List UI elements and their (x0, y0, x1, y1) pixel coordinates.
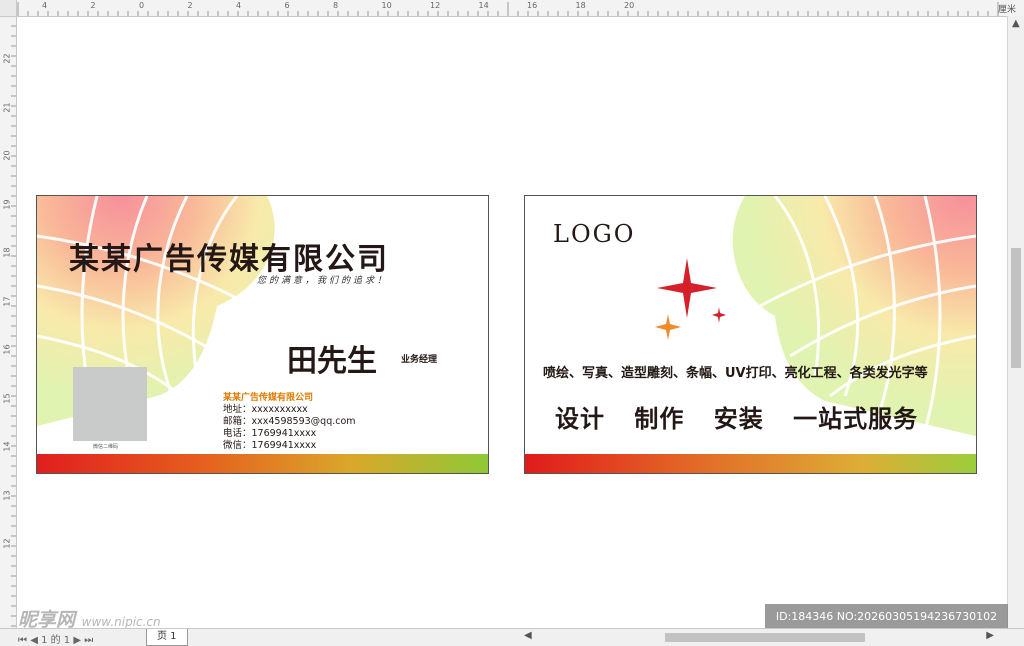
qr-code-placeholder (73, 367, 147, 441)
slogan: 您的满意，我们的追求！ (257, 276, 390, 286)
horizontal-ruler[interactable]: 4 2 0 2 4 6 8 10 12 14 16 18 20 厘米 (0, 0, 1024, 17)
ruler-label: 22 (2, 53, 12, 64)
scroll-left-icon[interactable]: ◀ (524, 630, 532, 641)
address: 地址：xxxxxxxxxx (223, 404, 308, 415)
ruler-ticks (17, 2, 999, 16)
ruler-label: 17 (2, 295, 12, 307)
service-one-stop: 一站式服务 (793, 405, 919, 433)
business-card-front[interactable]: 某某广告传媒有限公司 您的满意，我们的追求！ 田先生 业务经理 微信二维码 某某… (36, 195, 489, 474)
service-headline: 设计 制作 安装 一站式服务 (555, 399, 938, 434)
prev-page-icon[interactable]: ◀ (30, 635, 38, 646)
ruler-unit: 厘米 (997, 5, 1016, 15)
service-design: 设计 (555, 405, 605, 433)
ruler-label: 4 (42, 1, 48, 10)
ruler-label: 20 (2, 150, 12, 161)
qr-label: 微信二维码 (93, 444, 119, 450)
vertical-scroll-thumb[interactable] (1011, 248, 1021, 368)
ruler-label: 18 (2, 247, 12, 258)
ruler-label: 10 (381, 1, 392, 10)
ruler-label: 12 (430, 1, 441, 10)
page-navigator[interactable]: ⏮ ◀ 1 的 1 ▶ ⏭ (18, 631, 93, 646)
wechat: 微信：1769941xxxx (223, 440, 317, 451)
company-name-small: 某某广告传媒有限公司 (223, 393, 314, 403)
ruler-label: 2 (90, 1, 96, 10)
ruler-corner (0, 0, 17, 17)
ruler-label: 16 (527, 1, 538, 10)
page-counter: 1 的 1 (41, 635, 71, 646)
job-title: 业务经理 (401, 355, 438, 365)
ruler-label: 21 (2, 101, 12, 113)
service-installation: 安装 (713, 405, 764, 433)
ruler-label: 20 (624, 1, 635, 10)
horizontal-scroll-thumb[interactable] (665, 633, 865, 642)
ruler-label: 13 (2, 489, 12, 501)
scroll-right-icon[interactable]: ▶ (986, 630, 994, 641)
image-id-box: ID:184346 NO:20260305194236730102 (765, 604, 1008, 629)
ruler-label: 0 (139, 1, 145, 10)
last-page-icon[interactable]: ⏭ (84, 635, 93, 646)
ruler-label: 18 (575, 1, 586, 10)
ruler-label: 6 (284, 1, 290, 10)
horizontal-scrollbar[interactable]: ◀ ▶ (520, 629, 1008, 645)
watermark-url: www.nipic.cn (81, 615, 161, 629)
ruler-label: 19 (2, 198, 12, 210)
vertical-scrollbar[interactable]: ▲ (1007, 16, 1024, 628)
gradient-bar (37, 454, 488, 473)
gradient-bar (525, 454, 976, 473)
service-production: 制作 (634, 405, 685, 433)
person-name: 田先生 (287, 344, 377, 379)
logo-placeholder: LOGO (553, 220, 636, 248)
first-page-icon[interactable]: ⏮ (18, 635, 27, 646)
company-name: 某某广告传媒有限公司 (69, 242, 389, 277)
tab-page-1[interactable]: 页 1 (146, 629, 188, 646)
page-navigation-bar: ⏮ ◀ 1 的 1 ▶ ⏭ 页 1 ◀ ▶ (0, 628, 1024, 646)
services-list: 喷绘、写真、造型雕刻、条幅、UV打印、亮化工程、各类发光字等 (543, 366, 928, 381)
ruler-label: 14 (478, 1, 489, 10)
business-card-back[interactable]: LOGO 喷绘、写真、造型雕刻、条幅、UV打印、亮化工程、各类发光字等 设计 制… (524, 195, 977, 474)
ruler-label: 12 (2, 538, 12, 549)
email: 邮箱：xxx4598593@qq.com (223, 416, 356, 427)
contact-info: 地址：xxxxxxxxxx 邮箱：xxx4598593@qq.com 电话：17… (223, 404, 356, 452)
ruler-label: 16 (2, 344, 12, 355)
phone: 电话：1769941xxxx (223, 428, 317, 439)
scroll-up-icon[interactable]: ▲ (1012, 18, 1020, 29)
ruler-label: 8 (333, 1, 339, 10)
ruler-label: 14 (2, 441, 12, 452)
vertical-ruler[interactable]: 22 21 20 19 18 17 16 15 14 13 12 (0, 16, 17, 628)
ruler-label: 15 (2, 392, 12, 404)
next-page-icon[interactable]: ▶ (73, 635, 81, 646)
sparkle-icon (655, 258, 726, 340)
ruler-label: 2 (187, 1, 193, 10)
ruler-label: 4 (236, 1, 242, 10)
